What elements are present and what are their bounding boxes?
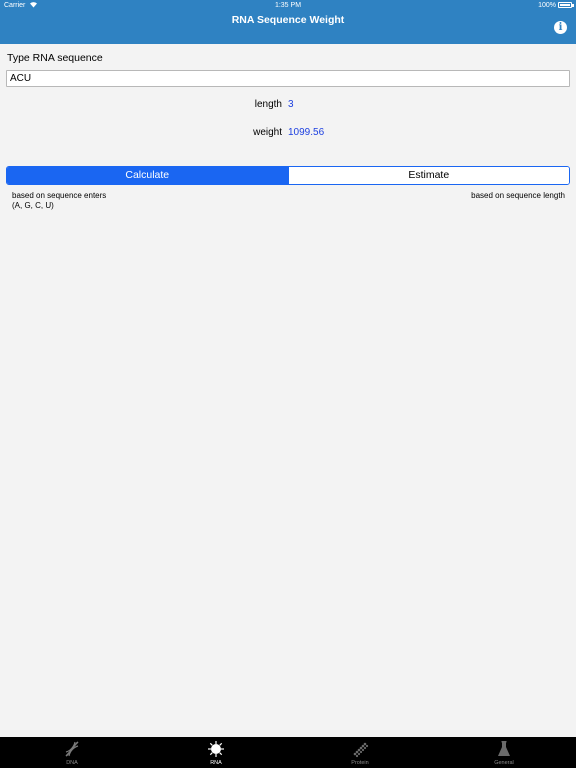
battery-icon bbox=[558, 2, 572, 8]
mode-segmented-control: Calculate Estimate bbox=[6, 166, 570, 185]
tab-label: Protein bbox=[351, 760, 369, 766]
navigation-bar: Carrier 1:35 PM 100% RNA Sequence Weight… bbox=[0, 0, 576, 44]
page-title: RNA Sequence Weight bbox=[231, 14, 345, 26]
battery-percent: 100% bbox=[538, 2, 556, 9]
tab-label: General bbox=[494, 760, 514, 766]
estimate-description: based on sequence length bbox=[471, 191, 565, 200]
status-time: 1:35 PM bbox=[274, 2, 302, 9]
tab-protein[interactable]: Protein bbox=[288, 737, 432, 768]
tab-label: DNA bbox=[66, 760, 78, 766]
tab-rna[interactable]: RNA bbox=[144, 737, 288, 768]
tab-bar: DNA RNA Protein General bbox=[0, 737, 576, 768]
sequence-input-label: Type RNA sequence bbox=[7, 52, 103, 64]
estimate-segment[interactable]: Estimate bbox=[287, 167, 569, 184]
calculate-segment[interactable]: Calculate bbox=[7, 167, 288, 184]
length-label: length bbox=[254, 99, 282, 110]
info-icon[interactable]: i bbox=[554, 21, 567, 34]
tab-general[interactable]: General bbox=[432, 737, 576, 768]
tab-label: RNA bbox=[210, 760, 222, 766]
sequence-input[interactable] bbox=[6, 70, 570, 87]
tab-dna[interactable]: DNA bbox=[0, 737, 144, 768]
weight-value: 1099.56 bbox=[288, 127, 325, 138]
calculate-description: based on sequence enters (A, G, C, U) bbox=[12, 191, 107, 210]
status-bar: Carrier 1:35 PM 100% bbox=[0, 0, 576, 12]
length-value: 3 bbox=[288, 99, 294, 110]
weight-label: weight bbox=[253, 127, 282, 138]
